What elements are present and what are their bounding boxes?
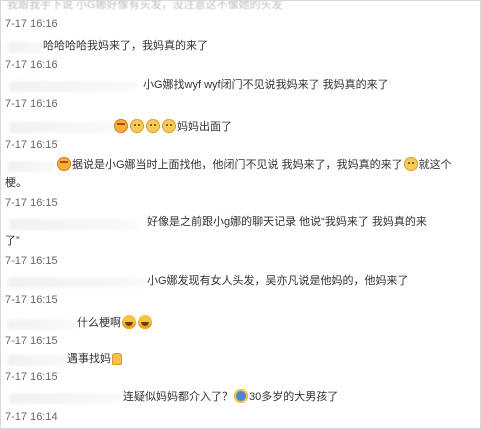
thinking-face-icon: [234, 389, 248, 403]
message-text: 连疑似妈妈都介入了？: [123, 391, 233, 403]
timestamp: 7-17 16:16: [5, 59, 58, 71]
message-text: 妈妈出面了: [177, 121, 232, 133]
cat-face-icon: [146, 119, 160, 133]
message-text-wrap: 梗。: [5, 177, 27, 189]
redacted-username: [9, 122, 113, 133]
message-line: 妈妈出面了: [113, 119, 232, 134]
redacted-username: [7, 319, 75, 330]
redacted-username: [9, 219, 137, 230]
timestamp: 7-17 16:15: [5, 197, 58, 209]
message-line: 遇事找妈: [67, 352, 123, 366]
message-text: 哈哈哈哈我妈来了，我妈真的来了: [43, 40, 208, 52]
timestamp: 7-17 16:15: [5, 335, 58, 347]
timestamp: 7-17 16:15: [5, 255, 58, 267]
timestamp: 7-17 16:15: [5, 139, 58, 151]
message-text: 好像是之前跟小g娜的聊天记录 他说“我妈来了 我妈真的来: [147, 216, 427, 228]
message-text: 据说是小G娜当时上面找他，他闭门不见说 我妈来了，我妈真的来了: [72, 159, 403, 171]
message-line: 据说是小G娜当时上面找他，他闭门不见说 我妈来了，我妈真的来了 就这个: [56, 157, 452, 172]
cat-face-icon: [162, 119, 176, 133]
redacted-username: [7, 42, 45, 53]
message-text: 30多岁的大男孩了: [249, 391, 339, 403]
message-line: 连疑似妈妈都介入了？ 30多岁的大男孩了: [123, 389, 338, 404]
message-text: 小G娜找wyf wyf闭门不见说我妈来了 我妈真的来了: [143, 79, 389, 91]
timestamp: 7-17 16:14: [5, 411, 58, 423]
laughing-face-icon: [138, 315, 152, 329]
redacted-username: [7, 161, 55, 172]
message-text: 什么梗啊: [77, 317, 121, 329]
message-line: 什么梗啊: [77, 315, 153, 330]
cat-face-icon: [130, 119, 144, 133]
redacted-username: [7, 277, 147, 288]
laughing-face-icon: [122, 315, 136, 329]
message-text: 小G娜发现有女人头发，吴亦凡说是他妈的，他妈来了: [147, 275, 409, 287]
timestamp: 7-17 16:15: [5, 371, 58, 383]
message-text-wrap: 了”: [5, 235, 20, 247]
angry-face-icon: [114, 119, 128, 133]
chat-log: 我跟我手下说 小G娜好像有头发，没注意这不像她的头发 7-17 16:16 哈哈…: [0, 0, 481, 429]
thumbs-up-icon: [112, 353, 122, 365]
message-text: 遇事找妈: [67, 353, 111, 365]
angry-face-icon: [57, 157, 71, 171]
timestamp: 7-17 16:16: [5, 18, 58, 30]
redacted-username: [9, 393, 121, 404]
cat-face-icon: [403, 157, 418, 171]
timestamp: 7-17 16:16: [5, 98, 58, 110]
redacted-username: [7, 355, 67, 366]
message-text: 就这个: [418, 159, 452, 171]
message-text-partial: 我跟我手下说 小G娜好像有头发，没注意这不像她的头发: [7, 0, 283, 11]
redacted-username: [9, 81, 137, 92]
timestamp: 7-17 16:15: [5, 294, 58, 306]
